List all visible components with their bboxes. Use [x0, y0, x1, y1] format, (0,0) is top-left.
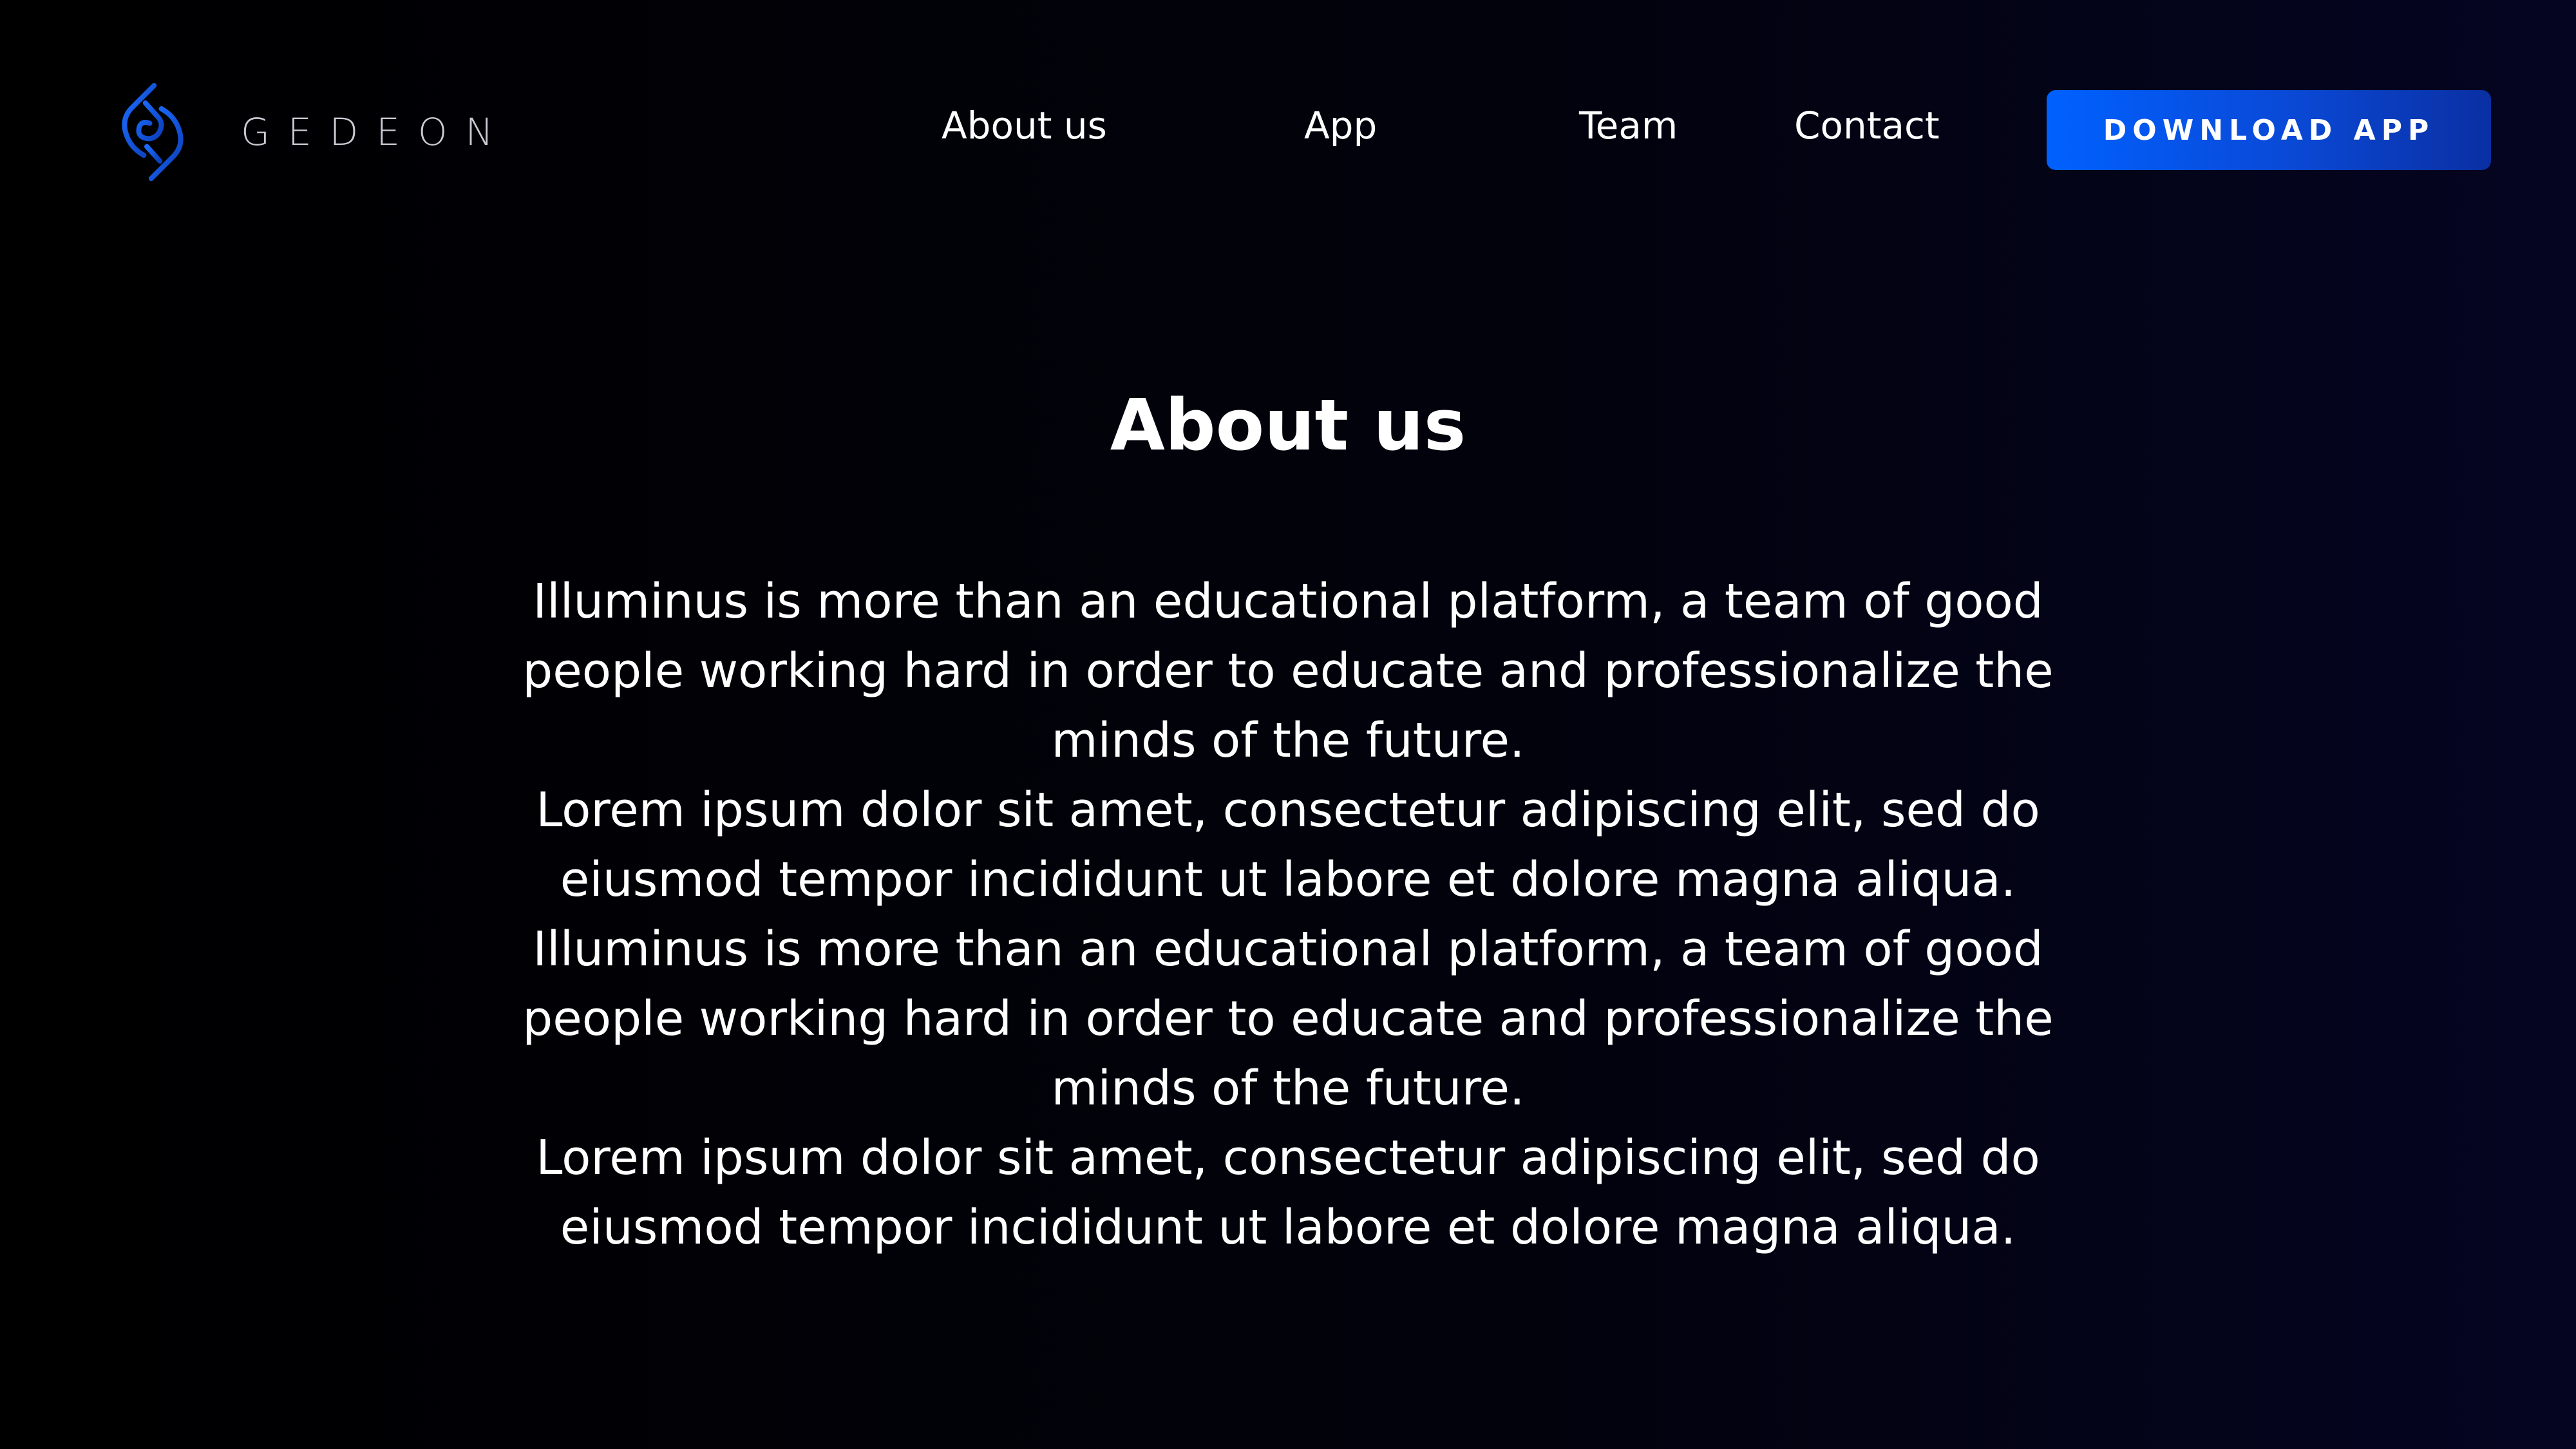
nav-link-contact[interactable]: Contact [1794, 107, 1940, 144]
nav-link-about-us[interactable]: About us [942, 107, 1107, 144]
about-paragraph: Lorem ipsum dolor sit amet, consectetur … [536, 1130, 2040, 1255]
about-description: Illuminus is more than an educational pl… [515, 567, 2061, 1262]
about-paragraph: Lorem ipsum dolor sit amet, consectetur … [536, 782, 2040, 907]
about-paragraph: Illuminus is more than an educational pl… [522, 574, 2054, 768]
download-app-button[interactable]: DOWNLOAD APP [2047, 90, 2491, 170]
brand-name: GEDEON [241, 110, 511, 154]
page-title: About us [1110, 384, 1466, 466]
gedeon-logo-icon [122, 82, 184, 182]
nav-link-team[interactable]: Team [1579, 107, 1678, 144]
nav-link-app[interactable]: App [1304, 107, 1377, 144]
about-paragraph: Illuminus is more than an educational pl… [522, 922, 2054, 1116]
brand-logo[interactable]: GEDEON [115, 80, 511, 184]
